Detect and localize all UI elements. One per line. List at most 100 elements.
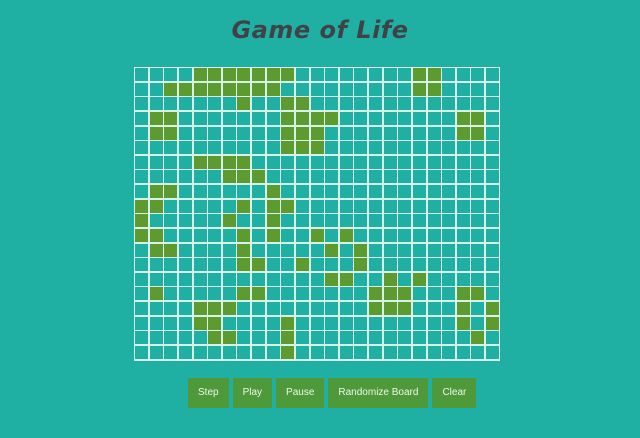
- board-cell[interactable]: [398, 111, 412, 125]
- board-cell[interactable]: [135, 243, 148, 257]
- board-cell[interactable]: [369, 111, 382, 125]
- board-cell-alive[interactable]: [266, 185, 280, 198]
- board-cell-alive[interactable]: [412, 68, 426, 81]
- board-cell[interactable]: [442, 214, 456, 228]
- board-cell[interactable]: [178, 141, 192, 155]
- board-cell[interactable]: [442, 82, 456, 96]
- board-cell[interactable]: [486, 331, 499, 345]
- board-cell[interactable]: [295, 302, 309, 315]
- board-cell[interactable]: [383, 185, 397, 198]
- board-cell[interactable]: [208, 141, 222, 155]
- board-cell[interactable]: [252, 185, 265, 198]
- board-cell-alive[interactable]: [149, 287, 163, 301]
- board-cell[interactable]: [281, 185, 295, 198]
- board-cell-alive[interactable]: [149, 228, 163, 242]
- board-cell-alive[interactable]: [208, 302, 222, 315]
- board-cell[interactable]: [178, 287, 192, 301]
- board-cell[interactable]: [178, 155, 192, 169]
- board-cell[interactable]: [193, 199, 207, 213]
- board-cell[interactable]: [149, 258, 163, 272]
- board-cell[interactable]: [149, 214, 163, 228]
- board-cell[interactable]: [471, 199, 485, 213]
- board-cell[interactable]: [339, 199, 353, 213]
- board-cell[interactable]: [310, 155, 324, 169]
- board-cell-alive[interactable]: [471, 331, 485, 345]
- life-board[interactable]: [134, 67, 500, 361]
- board-cell[interactable]: [266, 170, 280, 184]
- board-cell[interactable]: [354, 185, 368, 198]
- board-cell[interactable]: [456, 272, 470, 286]
- board-cell-alive[interactable]: [325, 243, 339, 257]
- board-cell-alive[interactable]: [427, 82, 441, 96]
- board-cell[interactable]: [456, 345, 470, 359]
- board-cell[interactable]: [237, 345, 251, 359]
- board-cell[interactable]: [208, 243, 222, 257]
- board-cell-alive[interactable]: [208, 155, 222, 169]
- board-cell[interactable]: [222, 126, 236, 140]
- board-cell[interactable]: [178, 214, 192, 228]
- board-cell[interactable]: [369, 214, 382, 228]
- board-cell-alive[interactable]: [310, 126, 324, 140]
- board-cell[interactable]: [252, 111, 265, 125]
- board-cell[interactable]: [354, 331, 368, 345]
- board-cell[interactable]: [178, 243, 192, 257]
- board-cell-alive[interactable]: [295, 258, 309, 272]
- board-cell[interactable]: [310, 258, 324, 272]
- board-cell[interactable]: [325, 199, 339, 213]
- board-cell-alive[interactable]: [281, 111, 295, 125]
- board-cell[interactable]: [178, 316, 192, 330]
- board-cell-alive[interactable]: [281, 126, 295, 140]
- board-cell[interactable]: [164, 214, 178, 228]
- board-cell[interactable]: [325, 228, 339, 242]
- board-cell[interactable]: [339, 82, 353, 96]
- board-cell[interactable]: [222, 243, 236, 257]
- board-cell[interactable]: [325, 155, 339, 169]
- board-cell[interactable]: [237, 316, 251, 330]
- board-cell[interactable]: [442, 345, 456, 359]
- board-cell[interactable]: [427, 228, 441, 242]
- board-cell-alive[interactable]: [193, 302, 207, 315]
- board-cell-alive[interactable]: [412, 272, 426, 286]
- board-cell-alive[interactable]: [471, 126, 485, 140]
- board-cell[interactable]: [222, 185, 236, 198]
- board-cell[interactable]: [398, 316, 412, 330]
- board-cell[interactable]: [339, 214, 353, 228]
- board-cell[interactable]: [295, 214, 309, 228]
- board-cell[interactable]: [325, 302, 339, 315]
- board-cell[interactable]: [442, 287, 456, 301]
- board-cell[interactable]: [208, 199, 222, 213]
- board-cell[interactable]: [237, 111, 251, 125]
- board-cell[interactable]: [442, 68, 456, 81]
- board-cell[interactable]: [412, 141, 426, 155]
- board-cell[interactable]: [354, 141, 368, 155]
- board-cell[interactable]: [325, 345, 339, 359]
- board-cell-alive[interactable]: [252, 82, 265, 96]
- board-cell[interactable]: [354, 272, 368, 286]
- board-cell-alive[interactable]: [164, 243, 178, 257]
- board-cell[interactable]: [354, 82, 368, 96]
- board-cell[interactable]: [442, 111, 456, 125]
- board-cell-alive[interactable]: [295, 126, 309, 140]
- board-cell[interactable]: [164, 155, 178, 169]
- board-cell[interactable]: [222, 228, 236, 242]
- board-cell[interactable]: [427, 272, 441, 286]
- board-cell[interactable]: [456, 68, 470, 81]
- board-cell-alive[interactable]: [281, 141, 295, 155]
- board-cell[interactable]: [222, 258, 236, 272]
- board-cell[interactable]: [266, 287, 280, 301]
- board-cell-alive[interactable]: [237, 199, 251, 213]
- board-cell-alive[interactable]: [164, 82, 178, 96]
- board-cell[interactable]: [164, 258, 178, 272]
- board-cell-alive[interactable]: [471, 111, 485, 125]
- board-cell[interactable]: [486, 126, 499, 140]
- board-cell[interactable]: [427, 126, 441, 140]
- board-cell[interactable]: [383, 126, 397, 140]
- board-cell[interactable]: [252, 126, 265, 140]
- board-cell[interactable]: [310, 345, 324, 359]
- board-cell-alive[interactable]: [222, 331, 236, 345]
- board-cell[interactable]: [193, 331, 207, 345]
- board-cell[interactable]: [427, 258, 441, 272]
- board-cell[interactable]: [222, 272, 236, 286]
- board-cell[interactable]: [369, 331, 382, 345]
- board-cell[interactable]: [486, 287, 499, 301]
